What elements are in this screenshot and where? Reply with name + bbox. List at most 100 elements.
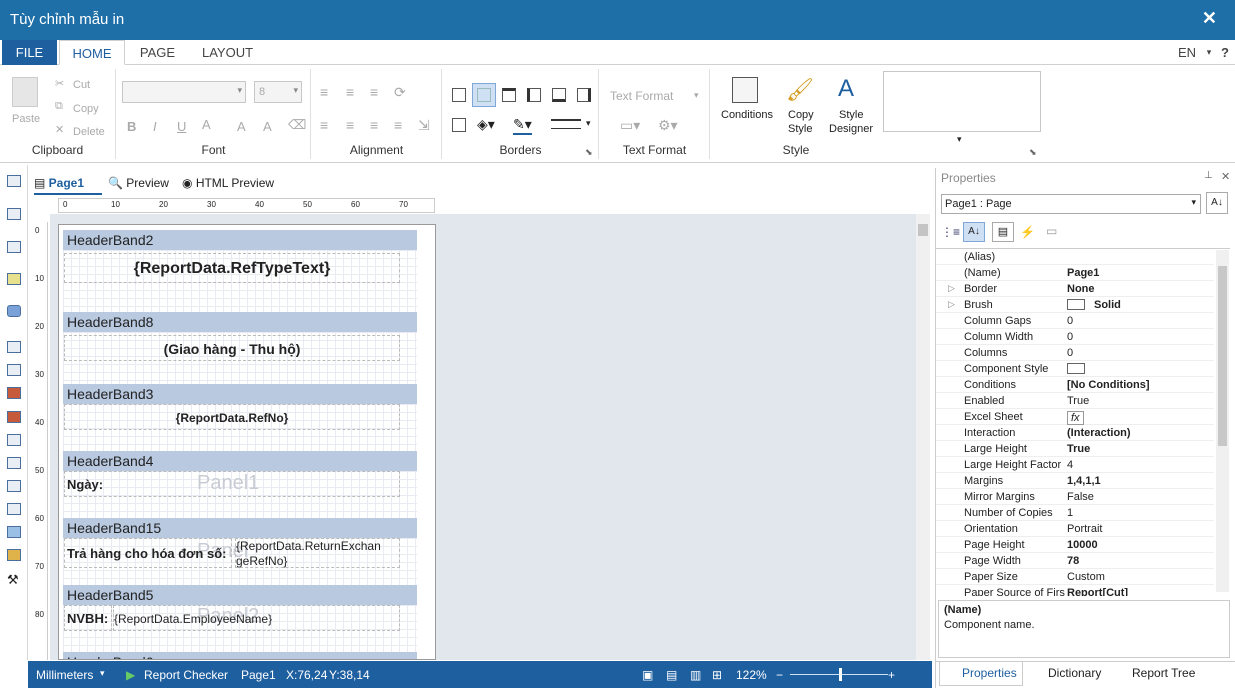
chevron-down-icon[interactable]: ▾ <box>586 118 591 129</box>
ngay-label[interactable]: Ngày: <box>64 471 400 497</box>
property-pages-icon[interactable]: ▭ <box>1046 224 1057 238</box>
copy-style-button-line1[interactable]: Copy <box>788 109 814 121</box>
employee-text[interactable]: {ReportData.EmployeeName} <box>113 605 400 631</box>
view-fit-icon[interactable]: ▥ <box>690 668 701 682</box>
italic-button[interactable]: I <box>153 119 157 134</box>
conditions-button[interactable]: Conditions <box>721 109 773 121</box>
band-header[interactable]: HeaderBand6 <box>63 652 417 659</box>
property-row[interactable]: Column Width 0 <box>936 329 1214 345</box>
property-row[interactable]: Margins 1,4,1,1 <box>936 473 1214 489</box>
chevron-down-icon[interactable]: ▾ <box>100 668 105 679</box>
alphabetical-icon[interactable]: A↓ <box>963 222 985 242</box>
tab-dictionary[interactable]: Dictionary <box>1026 666 1101 680</box>
align-bottom-icon[interactable]: ≡ <box>370 84 378 100</box>
property-value[interactable]: Solid <box>1094 299 1121 311</box>
tab-layout[interactable]: LAYOUT <box>195 40 260 65</box>
table-icon[interactable] <box>7 480 21 492</box>
band-header[interactable]: HeaderBand8 <box>63 312 417 332</box>
paste-button[interactable]: Paste <box>12 113 40 125</box>
property-value[interactable]: 10000 <box>1067 539 1098 551</box>
copy-style-button-line2[interactable]: Style <box>788 123 812 135</box>
nvbh-label[interactable]: NVBH: <box>64 605 112 631</box>
tab-page[interactable]: PAGE <box>130 40 185 65</box>
style-designer-button-line2[interactable]: Designer <box>829 123 873 135</box>
border-right-icon[interactable] <box>577 88 591 102</box>
band-body[interactable]: {ReportData.RefTypeText} <box>63 250 417 312</box>
property-value[interactable]: 78 <box>1067 555 1079 567</box>
expand-icon[interactable]: ▷ <box>948 283 955 294</box>
richtext-icon[interactable] <box>7 364 21 376</box>
property-value[interactable]: (Interaction) <box>1067 427 1131 439</box>
chevron-down-icon[interactable]: ▾ <box>694 90 699 101</box>
border-bottom-icon[interactable] <box>552 88 566 102</box>
align-center-icon[interactable]: ≡ <box>346 117 354 133</box>
property-value[interactable]: Custom <box>1067 571 1105 583</box>
puzzle-icon[interactable] <box>7 305 21 317</box>
categorized-icon[interactable]: ⋮≡ <box>941 225 960 239</box>
property-value[interactable]: 1 <box>1067 507 1073 519</box>
property-value[interactable]: Portrait <box>1067 523 1102 535</box>
align-left-icon[interactable]: ≡ <box>320 117 328 133</box>
tab-home[interactable]: HOME <box>59 40 125 65</box>
property-value[interactable]: [No Conditions] <box>1067 379 1149 391</box>
subreport-icon[interactable] <box>7 503 21 515</box>
view-page-icon[interactable]: ▤ <box>666 668 677 682</box>
band-body[interactable]: Panel1 Ngày: <box>63 471 417 518</box>
language-selector[interactable]: EN <box>1172 40 1202 65</box>
grow-font-button[interactable]: A <box>237 119 246 134</box>
properties-icon[interactable]: ▤ <box>992 222 1014 242</box>
property-row[interactable]: Interaction (Interaction) <box>936 425 1214 441</box>
property-row[interactable]: Number of Copies 1 <box>936 505 1214 521</box>
zoom-out-button[interactable]: − <box>776 668 783 682</box>
chevron-down-icon[interactable]: ▾ <box>1203 40 1215 65</box>
border-none-button[interactable] <box>472 83 496 107</box>
style-dialog-launcher-icon[interactable]: ⬊ <box>1029 147 1037 158</box>
word-wrap-icon[interactable]: ⇲ <box>418 117 430 134</box>
chevron-down-icon[interactable]: ▾ <box>957 134 962 145</box>
align-middle-icon[interactable]: ≡ <box>346 84 354 100</box>
align-right-icon[interactable]: ≡ <box>370 117 378 133</box>
property-row[interactable]: Large Height True <box>936 441 1214 457</box>
property-value[interactable]: fx <box>1067 411 1084 425</box>
property-value[interactable]: False <box>1067 491 1094 503</box>
tab-file[interactable]: FILE <box>2 40 57 65</box>
font-size-combo[interactable]: 8 <box>254 81 302 103</box>
component-selector[interactable]: Page1 : Page ▾ <box>941 194 1201 214</box>
justify-icon[interactable]: ≡ <box>394 117 402 133</box>
close-icon[interactable]: ✕ <box>1221 170 1230 183</box>
underline-button[interactable]: U <box>177 119 186 134</box>
eraser-icon[interactable]: ⌫ <box>288 117 306 133</box>
panel-icon[interactable] <box>7 434 21 446</box>
property-value[interactable]: 0 <box>1067 347 1073 359</box>
property-row[interactable]: Large Height Factor 4 <box>936 457 1214 473</box>
border-style-icon[interactable] <box>551 119 581 129</box>
rotate-icon[interactable]: ⟳ <box>394 84 406 101</box>
container-icon[interactable] <box>7 241 21 253</box>
expand-icon[interactable]: ▷ <box>948 299 955 310</box>
font-name-combo[interactable] <box>122 81 246 103</box>
property-value[interactable]: 4 <box>1067 459 1073 471</box>
property-row[interactable]: (Alias) <box>936 249 1214 265</box>
bold-button[interactable]: B <box>127 119 136 134</box>
property-row[interactable]: Paper Source of Firs Report[Cut] <box>936 585 1214 596</box>
band-body[interactable]: (Giao hàng - Thu hộ) <box>63 332 417 384</box>
band-header[interactable]: HeaderBand3 <box>63 384 417 404</box>
border-color-icon[interactable]: ✎▾ <box>513 116 532 135</box>
band-header[interactable]: HeaderBand4 <box>63 451 417 471</box>
delete-button[interactable]: Delete <box>73 126 105 138</box>
text-icon[interactable] <box>7 341 21 353</box>
property-row[interactable]: Page Width 78 <box>936 553 1214 569</box>
property-row[interactable]: Component Style <box>936 361 1214 377</box>
giaohang-text[interactable]: (Giao hàng - Thu hộ) <box>64 335 400 361</box>
scroll-thumb[interactable] <box>1218 266 1227 446</box>
label-icon[interactable] <box>7 411 21 423</box>
close-icon[interactable]: ✕ <box>1202 8 1217 29</box>
band-body[interactable]: Panel2 NVBH: {ReportData.EmployeeName} <box>63 605 417 652</box>
property-row[interactable]: Orientation Portrait <box>936 521 1214 537</box>
property-value[interactable]: True <box>1067 395 1089 407</box>
pin-icon[interactable]: ⊥ <box>1204 170 1213 181</box>
property-row[interactable]: Excel Sheet fx <box>936 409 1214 425</box>
tab-preview[interactable]: 🔍 Preview <box>108 171 169 195</box>
property-row[interactable]: (Name) Page1 <box>936 265 1214 281</box>
refno-text[interactable]: {ReportData.RefNo} <box>64 404 400 430</box>
